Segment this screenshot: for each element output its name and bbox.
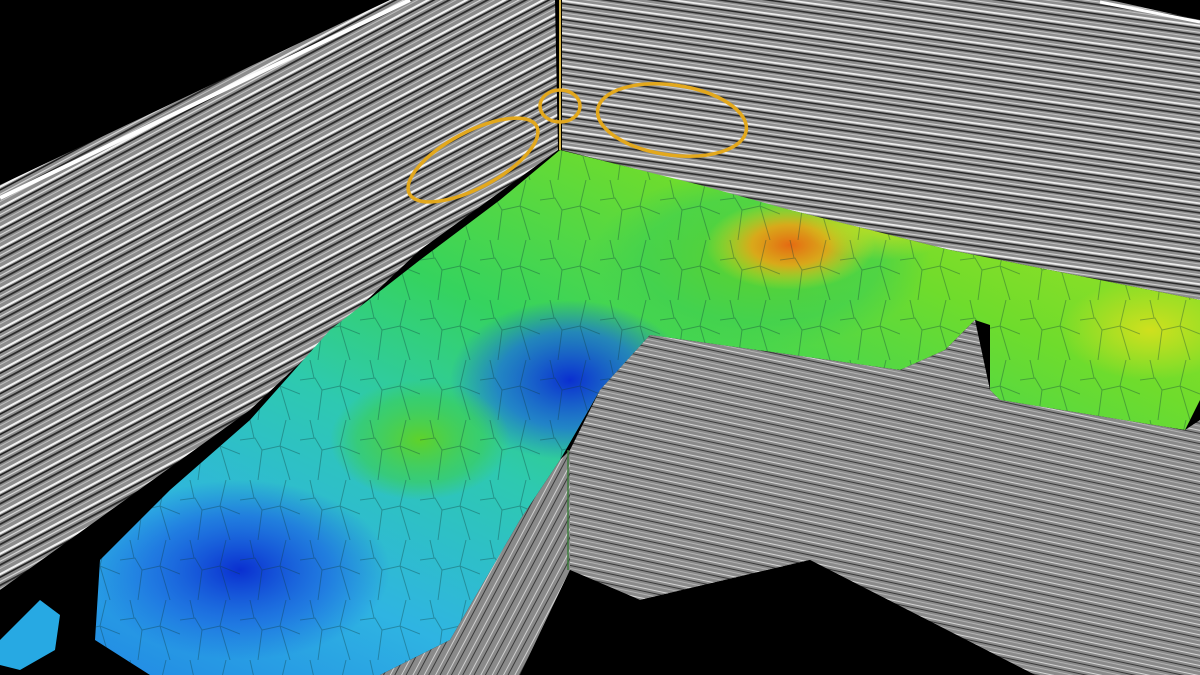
seismic-3d-scene [0,0,1200,675]
